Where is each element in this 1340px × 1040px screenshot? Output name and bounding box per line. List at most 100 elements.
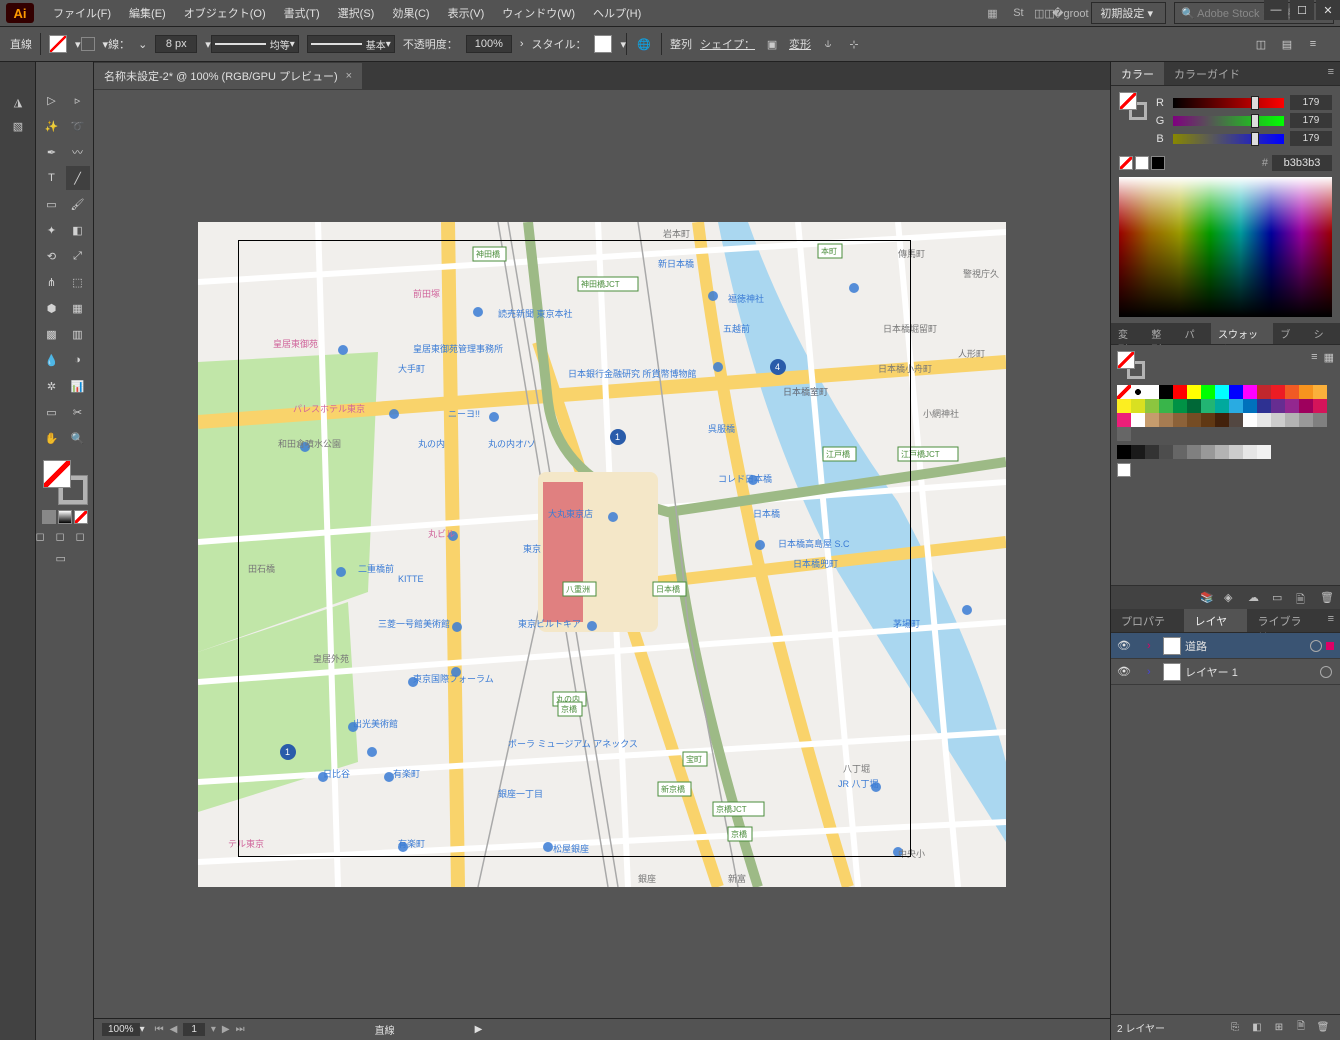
layers-panel-menu[interactable]: ≡ — [1322, 609, 1340, 632]
type-tool[interactable]: T — [40, 166, 64, 190]
zoom-level[interactable]: 100% — [102, 1023, 140, 1036]
menu-window[interactable]: ウィンドウ(W) — [493, 5, 584, 21]
swatch-25[interactable] — [1257, 399, 1271, 413]
b-value[interactable]: 179 — [1290, 131, 1332, 146]
menu-type[interactable]: 書式(T) — [275, 5, 329, 21]
menu-view[interactable]: 表示(V) — [439, 5, 494, 21]
swatch-30[interactable] — [1117, 413, 1131, 427]
layer-row-1[interactable]: 👁 › レイヤー 1 — [1111, 659, 1340, 685]
rotate-tool[interactable]: ⟲ — [40, 244, 64, 268]
mid-tab-2[interactable]: パス — [1178, 323, 1211, 344]
g-value[interactable]: 179 — [1290, 113, 1332, 128]
color-spectrum[interactable] — [1119, 177, 1332, 317]
direct-selection-tool[interactable]: ▹ — [66, 88, 90, 112]
target-icon[interactable] — [1320, 666, 1332, 678]
swatch-2[interactable] — [1145, 385, 1159, 399]
draw-normal-icon[interactable]: ◻ — [36, 530, 54, 544]
panel-menu-icon[interactable]: ≡ — [1304, 35, 1322, 53]
slice-tool[interactable]: ✂ — [66, 400, 90, 424]
swatch-9[interactable] — [1243, 385, 1257, 399]
swatch-21[interactable] — [1201, 399, 1215, 413]
pen-tool[interactable]: ✒ — [40, 140, 64, 164]
swatch-36[interactable] — [1201, 413, 1215, 427]
style-swatch[interactable] — [594, 35, 612, 53]
swatch-45[interactable] — [1117, 427, 1131, 441]
menu-effect[interactable]: 効果(C) — [383, 5, 438, 21]
nav-next[interactable]: ▶ — [222, 1024, 230, 1035]
swatch-3[interactable] — [1159, 385, 1173, 399]
locate-layer-icon[interactable]: ⎘ — [1227, 1022, 1243, 1033]
draw-inside-icon[interactable]: ◻ — [76, 530, 94, 544]
selection-tool[interactable]: ▷ — [40, 88, 64, 112]
opacity-input[interactable]: 100% — [466, 35, 512, 53]
swatch-39[interactable] — [1243, 413, 1257, 427]
close-window-button[interactable]: ✕ — [1316, 0, 1340, 20]
swatch-22[interactable] — [1215, 399, 1229, 413]
swatch-43[interactable] — [1299, 413, 1313, 427]
swatch-35[interactable] — [1187, 413, 1201, 427]
swatch-44[interactable] — [1313, 413, 1327, 427]
swatch-10[interactable] — [1257, 385, 1271, 399]
graph-tool[interactable]: 📊 — [66, 374, 90, 398]
none-swatch[interactable] — [1119, 156, 1133, 170]
artboard-number[interactable]: 1 — [183, 1023, 205, 1036]
swatch-7[interactable] — [1215, 385, 1229, 399]
new-sublayer-icon[interactable]: ⊞ — [1271, 1022, 1287, 1033]
hex-value[interactable]: b3b3b3 — [1272, 155, 1332, 171]
symbol-sprayer-tool[interactable]: ✲ — [40, 374, 64, 398]
libraries-icon[interactable]: ▧ — [0, 114, 36, 138]
menu-select[interactable]: 選択(S) — [329, 5, 384, 21]
swatch-26[interactable] — [1271, 399, 1285, 413]
canvas-viewport[interactable]: 神田橋神田橋JCT本町江戸橋江戸橋JCT丸の内京橋JCT京橋新京橋宝町京橋八重洲… — [94, 90, 1110, 1018]
b-slider[interactable] — [1173, 134, 1284, 144]
new-swatch-icon[interactable]: 🗎 — [1296, 591, 1310, 605]
stroke-width-input[interactable]: 8 px — [155, 35, 197, 53]
align-label[interactable]: 整列 — [670, 36, 692, 52]
swatch-24[interactable] — [1243, 399, 1257, 413]
magic-wand-tool[interactable]: ✨ — [40, 114, 64, 138]
fill-solid-icon[interactable] — [42, 510, 56, 524]
fill-color-box[interactable] — [43, 460, 71, 488]
visibility-toggle[interactable]: 👁 — [1115, 665, 1133, 678]
document-tab-close[interactable]: × — [346, 70, 352, 82]
eyedropper-tool[interactable]: 💧 — [40, 348, 64, 372]
gray-swatch-6[interactable] — [1201, 445, 1215, 459]
gray-swatch-8[interactable] — [1229, 445, 1243, 459]
shaper-tool[interactable]: ✦ — [40, 218, 64, 242]
swatch-19[interactable] — [1173, 399, 1187, 413]
gray-swatch-5[interactable] — [1187, 445, 1201, 459]
maximize-button[interactable]: ☐ — [1290, 0, 1314, 20]
scale-tool[interactable]: ⤢ — [66, 244, 90, 268]
stock-icon[interactable]: St — [1007, 2, 1029, 24]
swatch-38[interactable] — [1229, 413, 1243, 427]
target-icon[interactable] — [1310, 640, 1322, 652]
free-transform-tool[interactable]: ⬚ — [66, 270, 90, 294]
swatch-20[interactable] — [1187, 399, 1201, 413]
rectangle-tool[interactable]: ▭ — [40, 192, 64, 216]
shape-label[interactable]: シェイプ： — [700, 36, 755, 52]
swatch-29[interactable] — [1313, 399, 1327, 413]
r-slider[interactable] — [1173, 98, 1284, 108]
swatch-15[interactable] — [1117, 399, 1131, 413]
fill-swatch[interactable] — [49, 35, 67, 53]
isolate-icon[interactable]: ⫝ — [819, 35, 837, 53]
workspace-select[interactable]: 初期設定 ▾ — [1091, 2, 1166, 24]
swatch-42[interactable] — [1285, 413, 1299, 427]
swatch-1[interactable] — [1131, 385, 1145, 399]
mid-tab-5[interactable]: シン — [1307, 323, 1340, 344]
swatch-23[interactable] — [1229, 399, 1243, 413]
black-swatch[interactable] — [1151, 156, 1165, 170]
dock-icon-1[interactable]: ◫ — [1252, 35, 1270, 53]
swatch-kind-icon[interactable]: ◈ — [1224, 591, 1238, 605]
g-slider[interactable] — [1173, 116, 1284, 126]
swatches-fill-stroke-mini[interactable] — [1117, 351, 1145, 379]
fill-gradient-icon[interactable] — [58, 510, 72, 524]
eraser-tool[interactable]: ◧ — [66, 218, 90, 242]
swatch-33[interactable] — [1159, 413, 1173, 427]
swatch-34[interactable] — [1173, 413, 1187, 427]
visibility-toggle[interactable]: 👁 — [1115, 639, 1133, 652]
status-flyout[interactable]: ▶ — [475, 1024, 483, 1035]
crop-icon[interactable]: ⊹ — [845, 35, 863, 53]
swatch-4[interactable] — [1173, 385, 1187, 399]
swatch-41[interactable] — [1271, 413, 1285, 427]
